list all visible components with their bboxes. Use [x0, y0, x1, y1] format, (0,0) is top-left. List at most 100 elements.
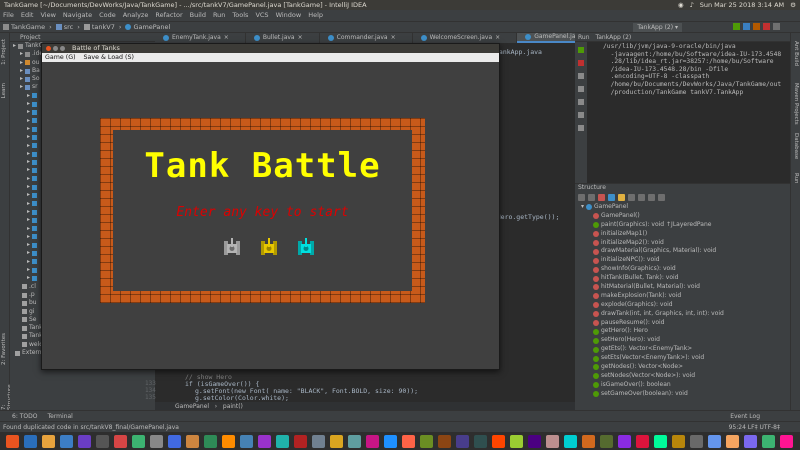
- structure-item[interactable]: getHero(): Hero: [575, 327, 790, 336]
- editor-tab[interactable]: EnemyTank.java ×: [155, 33, 246, 43]
- dock-app-icon[interactable]: [348, 434, 361, 448]
- expand-arrow-icon[interactable]: ▸: [27, 233, 30, 241]
- structure-item[interactable]: getNodes(): Vector<Node>: [575, 363, 790, 372]
- dock-app-icon[interactable]: [420, 434, 433, 448]
- sort-icon[interactable]: [578, 194, 585, 201]
- rerun-icon[interactable]: [578, 47, 584, 53]
- tool-tab-ant[interactable]: Ant Build: [793, 41, 799, 66]
- scroll-icon[interactable]: [578, 99, 584, 105]
- dock-app-icon[interactable]: [438, 434, 451, 448]
- structure-root[interactable]: ▾ GamePanel: [575, 203, 790, 212]
- sort-alpha-icon[interactable]: [588, 194, 595, 201]
- close-tab-icon[interactable]: ×: [298, 33, 303, 43]
- clear-icon[interactable]: [578, 125, 584, 131]
- collapse-icon[interactable]: [638, 194, 645, 201]
- dock-app-icon[interactable]: [366, 434, 379, 448]
- menu-vcs[interactable]: VCS: [255, 10, 268, 21]
- structure-item[interactable]: hitMaterial(Bullet, Material): void: [575, 283, 790, 292]
- dock-app-icon[interactable]: [240, 434, 253, 448]
- tool-tab-database[interactable]: Database: [793, 133, 799, 159]
- dock-app-icon[interactable]: [546, 434, 559, 448]
- tool-tab-maven[interactable]: Maven Projects: [793, 83, 799, 125]
- close-tab-icon[interactable]: ×: [224, 33, 229, 43]
- expand-arrow-icon[interactable]: ▸: [27, 166, 30, 174]
- dock-app-icon[interactable]: [204, 434, 217, 448]
- run-config-selector[interactable]: TankApp (2) ▾: [633, 23, 682, 32]
- dock-app-icon[interactable]: [78, 434, 91, 448]
- dock-app-icon[interactable]: [312, 434, 325, 448]
- settings-icon[interactable]: [658, 194, 665, 201]
- expand-arrow-icon[interactable]: ▸: [27, 258, 30, 266]
- structure-item[interactable]: initializeMap1(): [575, 230, 790, 239]
- structure-item[interactable]: GamePanel(): [575, 212, 790, 221]
- expand-icon[interactable]: [628, 194, 635, 201]
- close-tab-icon[interactable]: ×: [391, 33, 396, 43]
- expand-arrow-icon[interactable]: ▸: [27, 216, 30, 224]
- volume-icon[interactable]: ♪: [690, 0, 694, 10]
- structure-item[interactable]: drawTank(int, int, Graphics, int, int): …: [575, 310, 790, 319]
- dock-app-icon[interactable]: [96, 434, 109, 448]
- expand-arrow-icon[interactable]: ▸: [27, 92, 30, 100]
- expand-arrow-icon[interactable]: ▸: [27, 125, 30, 133]
- breadcrumb-method[interactable]: paint(): [223, 403, 243, 410]
- menu-refactor[interactable]: Refactor: [155, 10, 182, 21]
- menu-edit[interactable]: Edit: [21, 10, 34, 21]
- dock-app-icon[interactable]: [330, 434, 343, 448]
- expand-arrow-icon[interactable]: ▸: [20, 59, 23, 67]
- dock-app-icon[interactable]: [474, 434, 487, 448]
- structure-item[interactable]: isGameOver(): boolean: [575, 381, 790, 390]
- dock-app-icon[interactable]: [150, 434, 163, 448]
- menu-tools[interactable]: Tools: [232, 10, 248, 21]
- menu-file[interactable]: File: [3, 10, 14, 21]
- run-config-tab[interactable]: TankApp (2): [596, 33, 632, 41]
- menu-navigate[interactable]: Navigate: [63, 10, 92, 21]
- menu-build[interactable]: Build: [190, 10, 206, 21]
- structure-item[interactable]: makeExplosion(Tank): void: [575, 292, 790, 301]
- stop-icon[interactable]: [763, 23, 770, 30]
- dock-app-icon[interactable]: [510, 434, 523, 448]
- expand-arrow-icon[interactable]: ▸: [27, 225, 30, 233]
- structure-item[interactable]: setEts(Vector<EnemyTank>): void: [575, 354, 790, 363]
- dock-app-icon[interactable]: [168, 434, 181, 448]
- show-fields-icon[interactable]: [598, 194, 605, 201]
- menu-window[interactable]: Window: [276, 10, 302, 21]
- expand-arrow-icon[interactable]: ▸: [27, 175, 30, 183]
- expand-arrow-icon[interactable]: ▸: [27, 208, 30, 216]
- structure-header[interactable]: Structure: [575, 184, 790, 192]
- game-window-titlebar[interactable]: Battle of Tanks: [42, 44, 499, 53]
- wifi-icon[interactable]: ◉: [678, 0, 684, 10]
- game-window[interactable]: Battle of Tanks Game (G) Save & Load (S)…: [41, 43, 500, 370]
- wrap-icon[interactable]: [578, 86, 584, 92]
- expand-arrow-icon[interactable]: ▸: [27, 200, 30, 208]
- dock-app-icon[interactable]: [690, 434, 703, 448]
- dock-app-icon[interactable]: [384, 434, 397, 448]
- breadcrumb-class[interactable]: GamePanel: [175, 403, 209, 410]
- tool-tab-project[interactable]: 1: Project: [1, 39, 7, 65]
- run-icon[interactable]: [733, 23, 740, 30]
- menu-code[interactable]: Code: [99, 10, 116, 21]
- editor-tab[interactable]: Commander.java ×: [320, 33, 413, 43]
- expand-arrow-icon[interactable]: ▸: [20, 83, 23, 91]
- expand-arrow-icon[interactable]: ▸: [27, 142, 30, 150]
- expand-arrow-icon[interactable]: ▸: [20, 67, 23, 75]
- autoscroll-icon[interactable]: [648, 194, 655, 201]
- expand-arrow-icon[interactable]: ▸: [27, 266, 30, 274]
- dock-app-icon[interactable]: [600, 434, 613, 448]
- expand-arrow-icon[interactable]: ▸: [20, 75, 23, 83]
- dock-app-icon[interactable]: [528, 434, 541, 448]
- editor-tab[interactable]: GamePanel.java×: [517, 33, 575, 43]
- expand-arrow-icon[interactable]: ▸: [27, 108, 30, 116]
- show-inherited-icon[interactable]: [618, 194, 625, 201]
- dock-app-icon[interactable]: [222, 434, 235, 448]
- nav-crumb-src[interactable]: src: [55, 23, 73, 31]
- dock-app-icon[interactable]: [186, 434, 199, 448]
- close-icon[interactable]: [46, 46, 51, 51]
- expand-arrow-icon[interactable]: ▸: [27, 183, 30, 191]
- expand-arrow-icon[interactable]: ▸: [27, 133, 30, 141]
- dock-app-icon[interactable]: [492, 434, 505, 448]
- tool-tab-favorites[interactable]: 2: Favorites: [1, 333, 7, 365]
- structure-item[interactable]: setGameOver(boolean): void: [575, 390, 790, 399]
- coverage-icon[interactable]: [753, 23, 760, 30]
- todo-tab[interactable]: 6: TODO: [12, 411, 37, 421]
- dock-app-icon[interactable]: [726, 434, 739, 448]
